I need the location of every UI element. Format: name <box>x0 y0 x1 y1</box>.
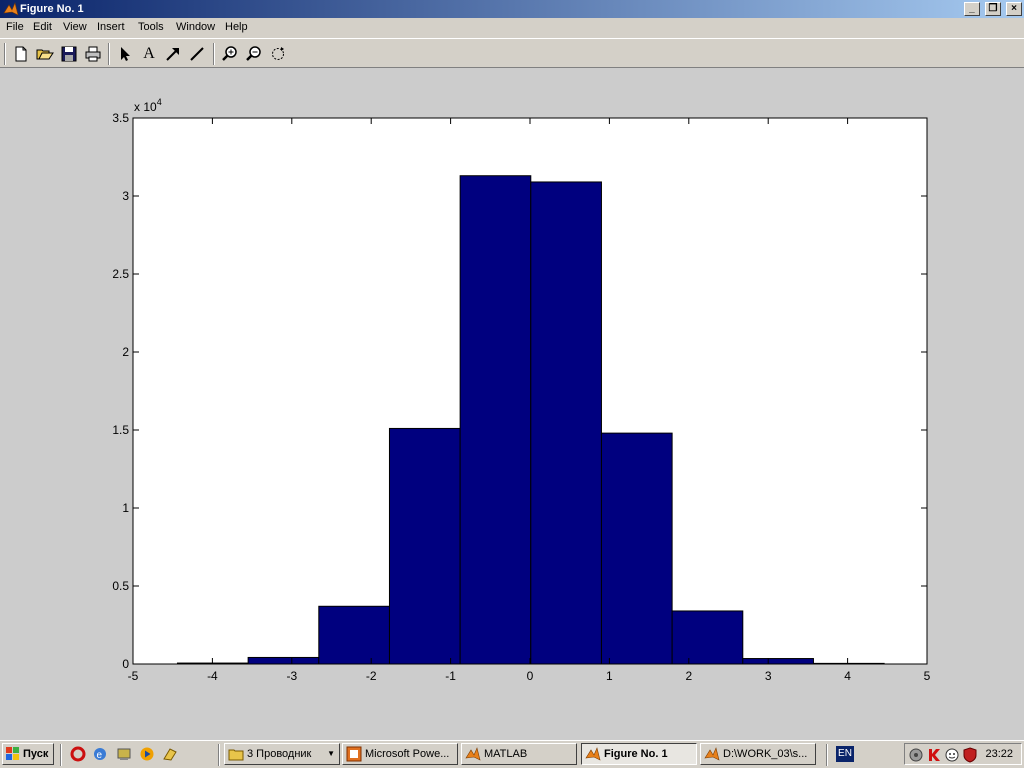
save-icon[interactable] <box>60 45 78 63</box>
y-tick-label: 2.5 <box>112 267 129 281</box>
matlab-icon <box>465 747 481 761</box>
title-bar[interactable]: Figure No. 1 _ ❐ × <box>0 0 1024 18</box>
start-label: Пуск <box>23 748 49 760</box>
x-tick-label: 4 <box>844 669 851 683</box>
x-tick-label: 5 <box>924 669 931 683</box>
task-powerpoint[interactable]: Microsoft Powe... <box>342 743 458 765</box>
rotate-3d-icon[interactable] <box>269 45 287 63</box>
clock: 23:22 <box>985 748 1013 760</box>
menu-edit[interactable]: Edit <box>33 21 52 33</box>
window-title: Figure No. 1 <box>20 3 84 15</box>
histogram-bar <box>247 656 320 665</box>
matlab-icon <box>585 747 601 761</box>
y-tick-label: 3 <box>122 189 129 203</box>
maximize-button[interactable]: ❐ <box>984 2 1001 16</box>
toolbar: A <box>0 38 1024 68</box>
y-tick-label: 0 <box>122 657 129 671</box>
menu-window[interactable]: Window <box>176 21 215 33</box>
matlab-icon <box>704 747 720 761</box>
y-tick-label: 0.5 <box>112 579 129 593</box>
opera-icon[interactable] <box>70 746 86 762</box>
y-multiplier-base: x 10 <box>134 100 157 114</box>
open-file-icon[interactable] <box>36 45 54 63</box>
folder-icon <box>228 749 244 761</box>
menu-file[interactable]: File <box>6 21 24 33</box>
x-tick-label: -5 <box>128 669 139 683</box>
histogram-bar <box>530 181 602 665</box>
select-arrow-icon[interactable] <box>116 45 134 63</box>
task-label: Figure No. 1 <box>604 748 668 760</box>
media-player-icon[interactable] <box>139 746 155 762</box>
y-tick-label: 1 <box>122 501 129 515</box>
y-multiplier-exponent: 4 <box>157 97 162 107</box>
histogram-bar <box>388 427 461 665</box>
zoom-in-icon[interactable] <box>221 45 239 63</box>
toolbar-separator <box>108 43 110 65</box>
y-tick-label: 3.5 <box>112 111 129 125</box>
task-label: MATLAB <box>484 748 528 760</box>
zoom-out-icon[interactable] <box>245 45 263 63</box>
task-figure-no-1[interactable]: Figure No. 1 <box>581 743 697 765</box>
insert-line-icon[interactable] <box>188 45 206 63</box>
menu-bar: File Edit View Insert Tools Window Help <box>0 18 1024 38</box>
histogram-bar <box>318 605 390 665</box>
system-tray: 23:22 <box>904 743 1022 765</box>
close-button[interactable]: × <box>1006 2 1022 16</box>
taskbar-separator <box>60 744 62 766</box>
insert-text-icon[interactable]: A <box>140 45 158 63</box>
taskbar-separator <box>218 744 220 766</box>
insert-arrow-icon[interactable] <box>164 45 182 63</box>
y-multiplier-label: x 104 <box>134 97 162 114</box>
task-label: Microsoft Powe... <box>365 748 450 760</box>
task-label: D:\WORK_03\s... <box>723 748 808 760</box>
menu-help[interactable]: Help <box>225 21 248 33</box>
y-tick-label: 2 <box>122 345 129 359</box>
menu-insert[interactable]: Insert <box>97 21 125 33</box>
x-tick-label: -4 <box>207 669 218 683</box>
x-tick-label: -3 <box>286 669 297 683</box>
y-tick-label: 1.5 <box>112 423 129 437</box>
task-explorer[interactable]: 3 Проводник ▼ <box>224 743 340 765</box>
x-tick-label: -1 <box>445 669 456 683</box>
svg-text:e: e <box>97 750 103 761</box>
language-indicator[interactable]: EN <box>836 746 854 762</box>
show-desktop-icon[interactable] <box>116 746 132 762</box>
volume-icon[interactable] <box>908 747 924 763</box>
powerpoint-icon <box>346 746 362 762</box>
taskbar-separator <box>826 744 828 766</box>
x-tick-label: 1 <box>606 669 613 683</box>
quick-launch-app-icon[interactable] <box>162 746 178 762</box>
menu-view[interactable]: View <box>63 21 87 33</box>
x-tick-label: -2 <box>366 669 377 683</box>
toolbar-grip <box>4 43 6 65</box>
new-figure-icon[interactable] <box>12 45 30 63</box>
chevron-down-icon: ▼ <box>327 749 335 758</box>
task-label: 3 Проводник <box>247 748 312 760</box>
windows-logo-icon <box>6 747 19 760</box>
minimize-button[interactable]: _ <box>963 2 980 16</box>
start-button[interactable]: Пуск <box>2 743 54 765</box>
histogram-bar <box>671 610 744 665</box>
shield-icon[interactable] <box>962 747 978 763</box>
toolbar-separator <box>213 43 215 65</box>
matlab-icon <box>3 2 19 16</box>
menu-tools[interactable]: Tools <box>138 21 164 33</box>
x-tick-label: 3 <box>765 669 772 683</box>
histogram-plot[interactable]: -5 -4 -3 -2 -1 0 1 2 3 4 500.511.522.533.5 x 104 <box>0 68 1024 740</box>
antivirus-k-icon[interactable] <box>926 747 942 763</box>
x-tick-label: 2 <box>685 669 692 683</box>
task-matlab[interactable]: MATLAB <box>461 743 577 765</box>
network-monitor-icon[interactable] <box>944 747 960 763</box>
x-tick-label: 0 <box>527 669 534 683</box>
internet-explorer-icon[interactable]: e <box>92 746 108 762</box>
taskbar: Пуск e 3 Проводник ▼ Microsoft Powe... M… <box>0 740 1024 768</box>
task-work-folder[interactable]: D:\WORK_03\s... <box>700 743 816 765</box>
histogram-bar <box>600 432 673 665</box>
print-icon[interactable] <box>84 45 102 63</box>
histogram-bar <box>742 658 814 665</box>
histogram-bar <box>459 175 532 665</box>
